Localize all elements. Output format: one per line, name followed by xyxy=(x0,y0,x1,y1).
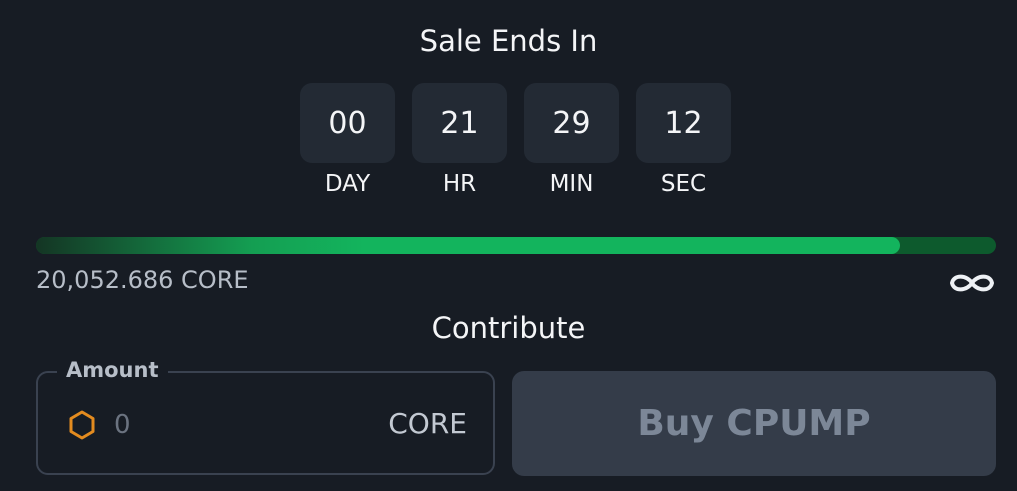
countdown-days: 00 DAY xyxy=(300,83,395,197)
countdown-days-value: 00 xyxy=(300,83,395,163)
amount-unit: CORE xyxy=(388,407,467,440)
amount-input[interactable] xyxy=(114,403,354,447)
countdown-minutes-label: MIN xyxy=(549,171,594,197)
countdown-minutes: 29 MIN xyxy=(524,83,619,197)
raised-amount: 20,052.686 CORE xyxy=(36,266,249,294)
infinity-icon xyxy=(950,274,994,292)
countdown-timer: 00 DAY 21 HR 29 MIN 12 SEC xyxy=(300,83,731,197)
amount-field[interactable]: Amount CORE xyxy=(36,358,495,475)
sale-progress-bar xyxy=(36,237,996,254)
sale-progress-fill xyxy=(36,237,900,254)
countdown-hours: 21 HR xyxy=(412,83,507,197)
hexagon-icon xyxy=(69,410,95,440)
countdown-days-label: DAY xyxy=(324,171,371,197)
countdown-seconds-value: 12 xyxy=(636,83,731,163)
amount-label: Amount xyxy=(57,358,168,382)
buy-button[interactable]: Buy CPUMP xyxy=(512,371,996,476)
sale-ends-title: Sale Ends In xyxy=(419,24,598,58)
countdown-seconds-label: SEC xyxy=(660,171,707,197)
countdown-seconds: 12 SEC xyxy=(636,83,731,197)
presale-widget: Sale Ends In 00 DAY 21 HR 29 MIN 12 SEC … xyxy=(0,0,1017,491)
countdown-hours-label: HR xyxy=(442,171,477,197)
countdown-hours-value: 21 xyxy=(412,83,507,163)
contribute-title: Contribute xyxy=(431,311,586,345)
countdown-minutes-value: 29 xyxy=(524,83,619,163)
